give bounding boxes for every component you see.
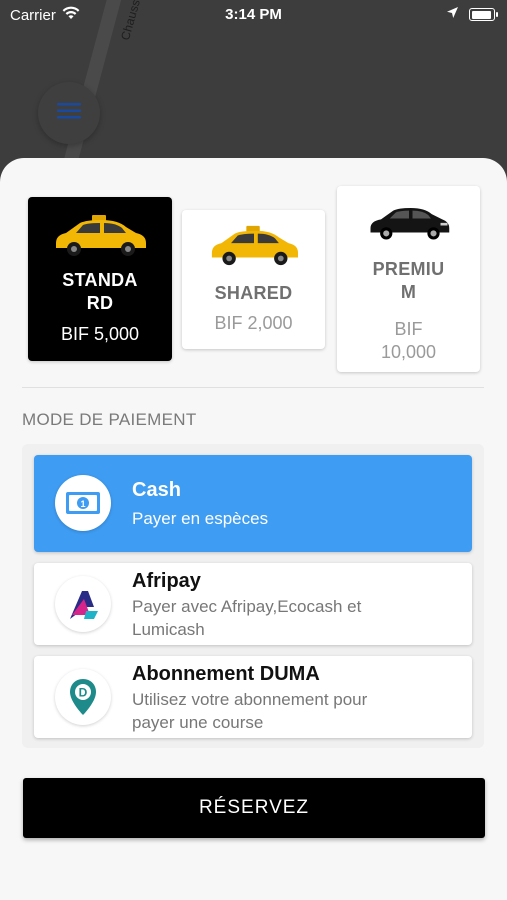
payment-option-cash[interactable]: 1 Cash Payer en espèces (34, 455, 472, 552)
black-sedan-icon (337, 186, 480, 244)
status-bar: Carrier 3:14 PM (0, 0, 507, 30)
yellow-taxi-icon (28, 197, 172, 259)
status-time: 3:14 PM (225, 6, 282, 23)
afripay-logo-icon (55, 576, 111, 632)
vehicle-price-line2: 10,000 (380, 342, 437, 362)
svg-text:D: D (79, 686, 88, 700)
payment-option-desc-line2: payer une course (132, 713, 264, 732)
vehicle-option-standard[interactable]: STANDA RD BIF 5,000 (28, 197, 172, 361)
vehicle-price-line1: BIF (394, 319, 423, 339)
payment-option-afripay[interactable]: Afripay Payer avec Afripay,Ecocash et Lu… (34, 563, 472, 645)
duma-pin-icon: D (55, 669, 111, 725)
reserve-button[interactable]: RÉSERVEZ (23, 778, 485, 838)
vehicle-option-shared[interactable]: SHARED BIF 2,000 (182, 210, 325, 349)
cash-icon: 1 (55, 475, 111, 531)
menu-button[interactable] (38, 82, 100, 144)
payment-option-duma[interactable]: D Abonnement DUMA Utilisez votre abonnem… (34, 656, 472, 738)
vehicle-option-premium[interactable]: PREMIU M BIF 10,000 (337, 186, 480, 372)
payment-section-title: MODE DE PAIEMENT (22, 410, 197, 429)
battery-icon (469, 8, 498, 21)
payment-option-title: Afripay (132, 570, 201, 592)
yellow-taxi-icon (182, 210, 325, 268)
payment-option-desc-line2: Lumicash (132, 620, 205, 639)
vehicle-name-line1: STANDA (62, 270, 138, 290)
svg-text:1: 1 (80, 499, 85, 509)
vehicle-name-line1: SHARED (214, 283, 293, 303)
payment-options-list: 1 Cash Payer en espèces Afripay Payer av… (22, 444, 484, 748)
section-divider (22, 387, 484, 388)
hamburger-menu-icon (57, 102, 81, 125)
payment-option-title: Cash (132, 479, 181, 501)
vehicle-name-line2: RD (86, 293, 114, 313)
payment-option-desc-line1: Payer avec Afripay,Ecocash et (132, 597, 362, 616)
payment-option-desc-line1: Utilisez votre abonnement pour (132, 690, 368, 709)
location-arrow-icon (446, 6, 459, 23)
vehicle-selector: STANDA RD BIF 5,000 SHARED BIF 2,000 PRE… (0, 158, 507, 388)
status-right-icons (446, 6, 498, 23)
payment-option-title: Abonnement DUMA (132, 663, 320, 685)
vehicle-price: BIF 5,000 (60, 324, 140, 344)
vehicle-name-line2: M (400, 282, 417, 302)
vehicle-price: BIF 2,000 (214, 313, 293, 333)
payment-option-desc: Payer en espèces (132, 509, 269, 528)
vehicle-name-line1: PREMIU (372, 259, 445, 279)
booking-sheet: STANDA RD BIF 5,000 SHARED BIF 2,000 PRE… (0, 158, 507, 900)
